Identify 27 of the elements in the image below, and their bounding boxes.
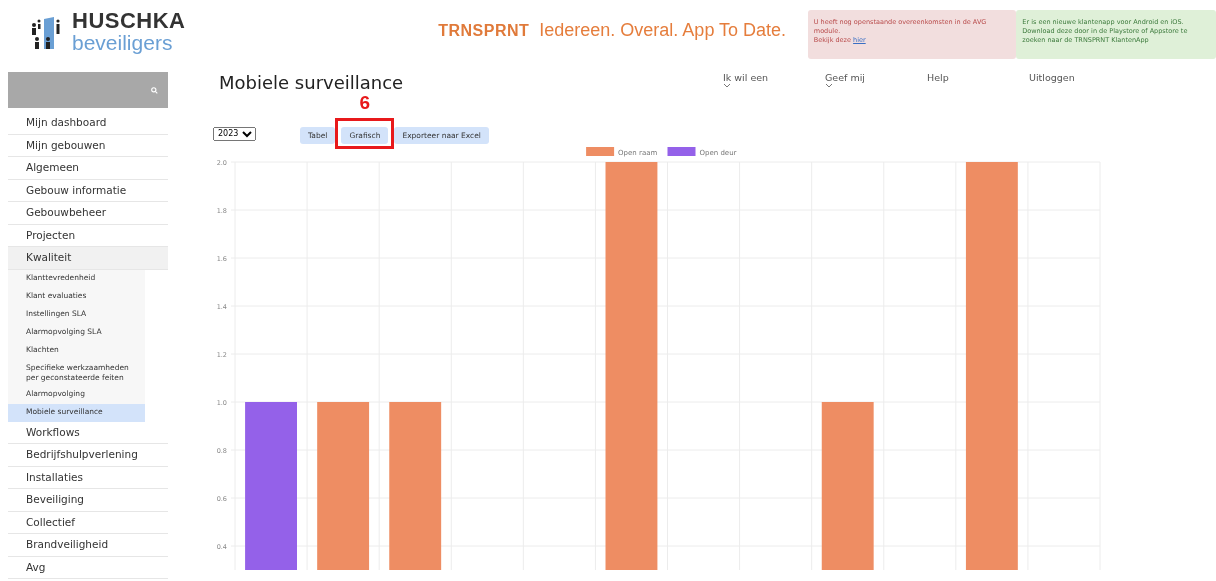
- search-icon: [151, 86, 158, 94]
- annotation-number: 6: [359, 92, 371, 114]
- nav-link[interactable]: Uitloggen: [1029, 72, 1131, 89]
- highlight-frame: [335, 118, 395, 149]
- logo-name: HUSCHKA: [72, 10, 186, 32]
- sidebar-item[interactable]: Installaties: [8, 466, 168, 489]
- sidebar-item[interactable]: Gebouw informatie: [8, 179, 168, 202]
- sidebar-item[interactable]: Mijn gebouwen: [8, 134, 168, 157]
- search-field[interactable]: [8, 72, 168, 108]
- sidebar-item[interactable]: Workflows: [8, 421, 168, 444]
- nav-link[interactable]: Help: [927, 72, 1029, 89]
- sidebar-item[interactable]: Collectief: [8, 511, 168, 534]
- sidebar-item[interactable]: Bedrijfshulpverlening: [8, 444, 168, 467]
- sidebar-item[interactable]: Beveiliging: [8, 489, 168, 512]
- nav-link[interactable]: Geef mij: [825, 72, 927, 89]
- slogan-text: Iedereen. Overal. App To Date.: [539, 20, 787, 41]
- page-title: Mobiele surveillance: [219, 72, 404, 93]
- sidebar-item[interactable]: Gebouwbeheer: [8, 202, 168, 225]
- sidebar-item[interactable]: Avg: [8, 556, 168, 579]
- sidebar-item[interactable]: Kwaliteit: [8, 247, 168, 270]
- sidebar-item[interactable]: Mijn dashboard: [8, 112, 168, 135]
- nav-link[interactable]: Ik wil een: [723, 72, 825, 89]
- year-select[interactable]: 2023: [213, 126, 256, 141]
- brand-name: TRNSPRNT: [438, 21, 530, 40]
- logo-subtitle: beveiligers: [72, 32, 174, 53]
- sidebar-item[interactable]: Brandveiligheid: [8, 534, 168, 557]
- sidebar-item[interactable]: Algemeen: [8, 157, 168, 180]
